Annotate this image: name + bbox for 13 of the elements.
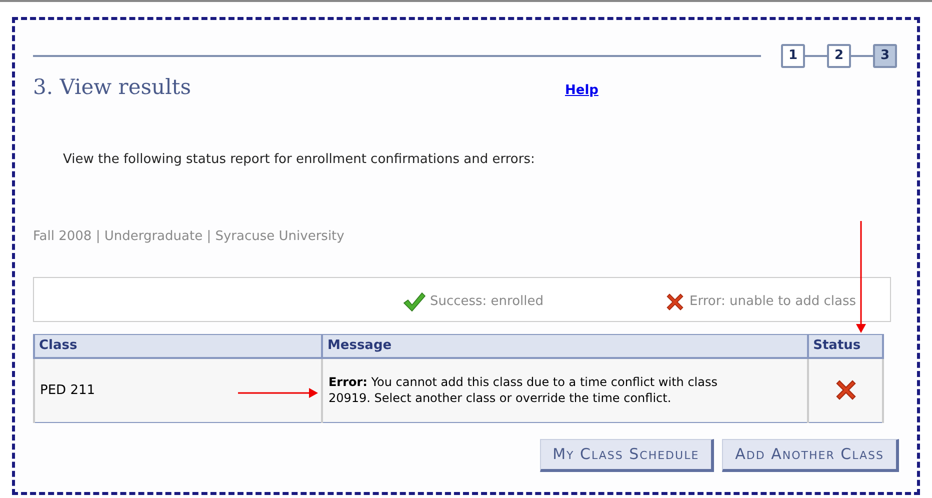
table-cell: Error: You cannot add this class due to a time conflict with class 20919. Select another class or override the time conflict. <box>322 358 808 422</box>
term-info: Fall 2008 | Undergraduate | Syracuse University <box>33 228 346 246</box>
help-link[interactable]: Help <box>565 81 598 100</box>
legend-label: Error: unable to add class <box>690 293 856 312</box>
step-indicator: 3 <box>873 44 897 68</box>
page-title: 3. View results <box>33 74 192 101</box>
action-button[interactable]: My Class Schedule <box>540 438 714 472</box>
step-indicator: 1 <box>781 44 805 68</box>
action-button[interactable]: Add Another Class <box>722 438 899 472</box>
instruction-text: View the following status report for enrollment confirmations and errors: <box>63 150 536 168</box>
step-indicator: 2 <box>827 44 851 68</box>
legend-label: Success: enrolled <box>430 293 544 312</box>
checkmark-icon <box>402 291 426 313</box>
